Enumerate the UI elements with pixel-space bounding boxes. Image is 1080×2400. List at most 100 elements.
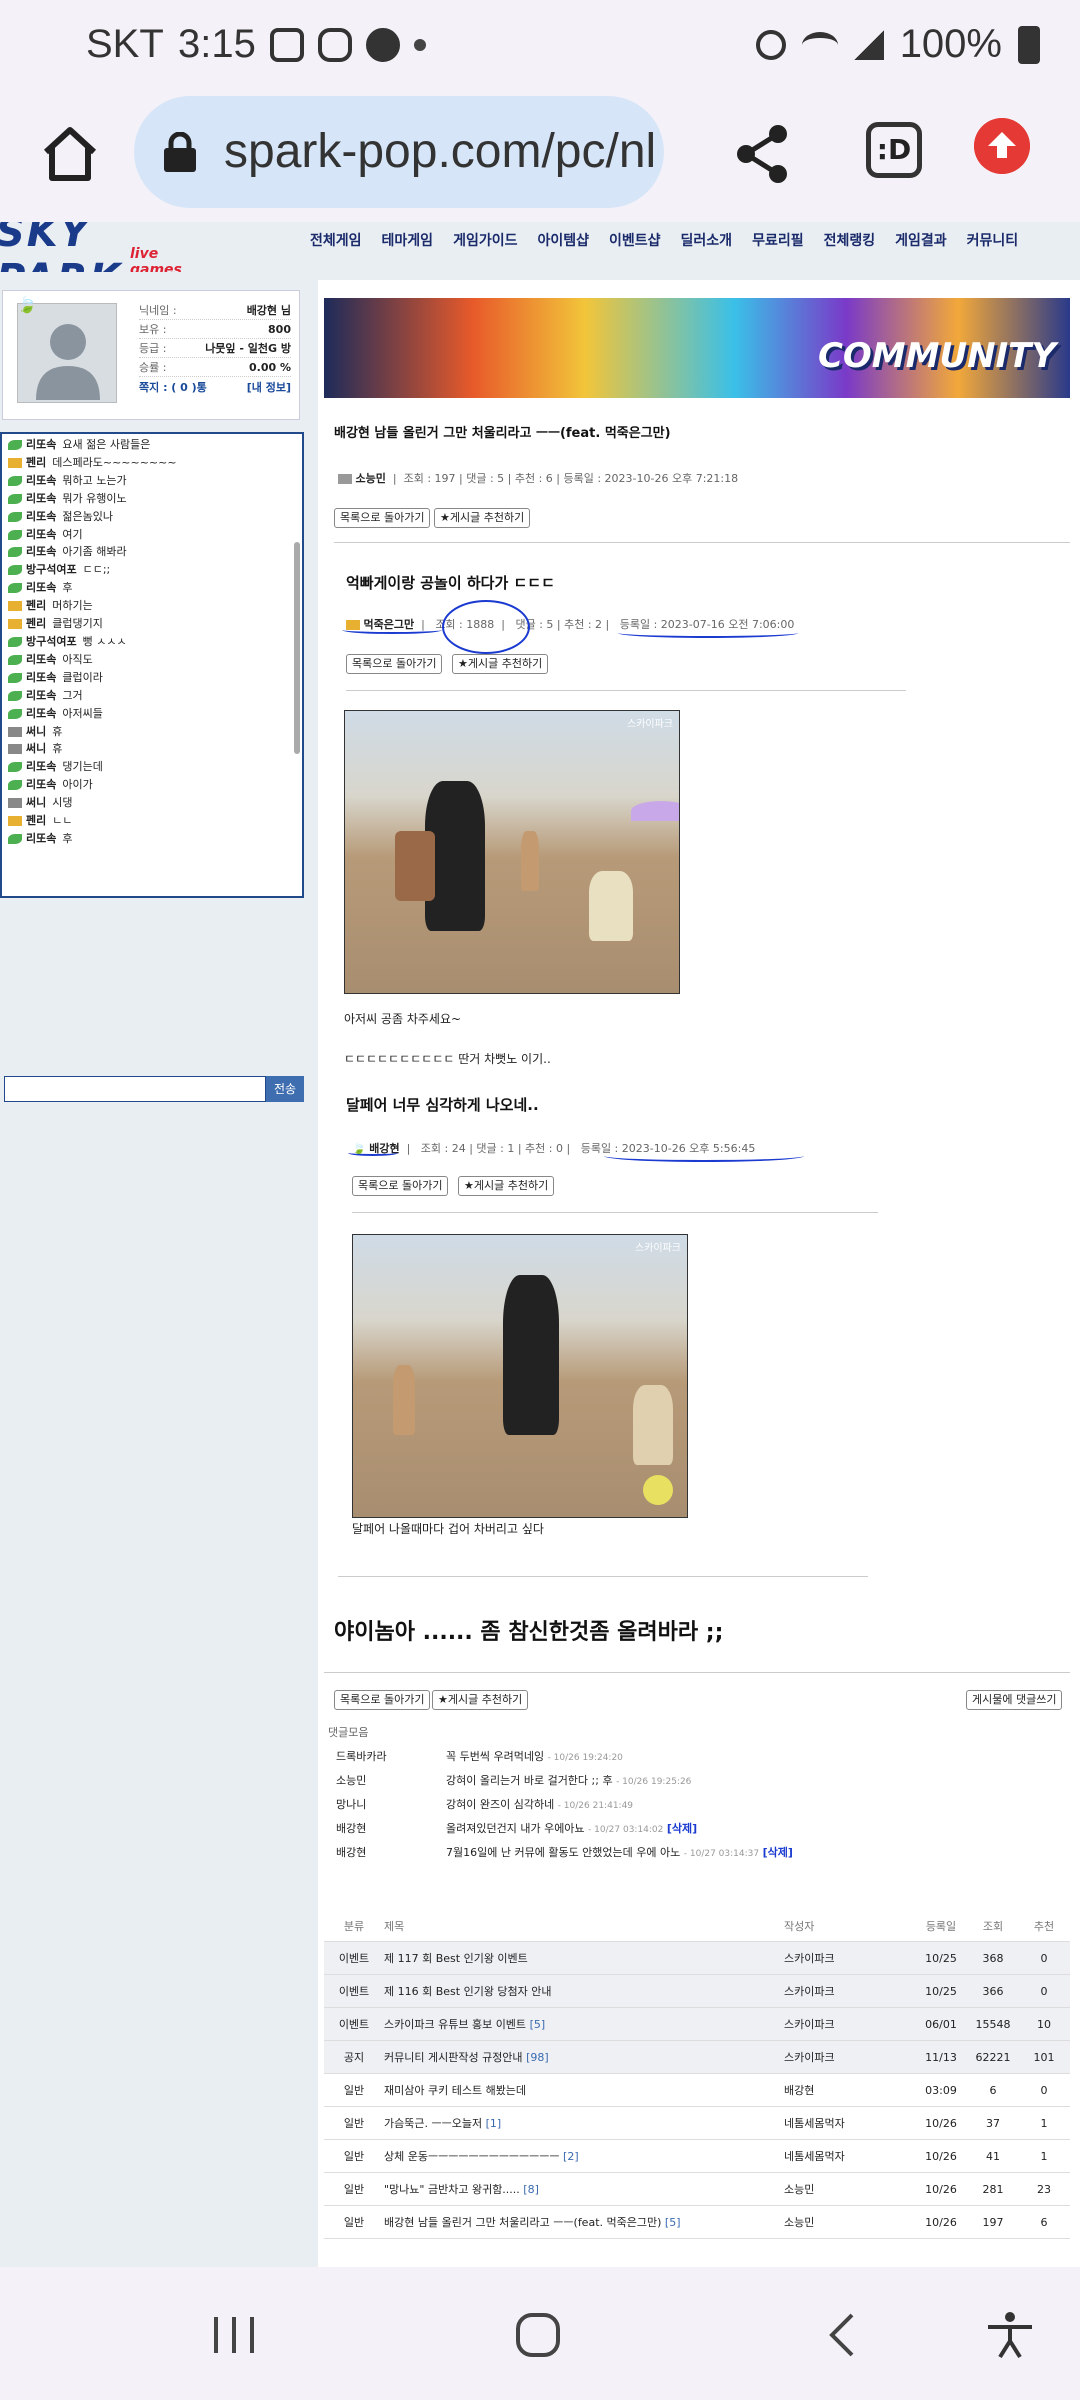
chat-username[interactable]: 리또속: [26, 474, 56, 487]
nav-item[interactable]: 전체게임: [310, 230, 362, 250]
row-recommends: 0: [1040, 2084, 1048, 2097]
chat-username[interactable]: 펜리: [26, 617, 46, 630]
person-figure: [393, 1365, 415, 1435]
row-author[interactable]: 네톰세몸먹자: [784, 2140, 914, 2172]
chat-input[interactable]: [4, 1076, 266, 1102]
row-author[interactable]: 네톰세몸먹자: [784, 2107, 914, 2139]
row-author[interactable]: 스카이파크: [784, 1975, 914, 2007]
row-title-link[interactable]: 커뮤니티 게시판작성 규정안내: [384, 2051, 523, 2064]
chat-username[interactable]: 리또속: [26, 581, 56, 594]
recommend-button[interactable]: ★게시글 추천하기: [458, 1176, 555, 1196]
column-header: 제목: [384, 1920, 405, 1933]
row-title-link[interactable]: 제 116 회 Best 인기왕 당첨자 안내: [384, 1985, 552, 1998]
chat-username[interactable]: 써니: [26, 796, 46, 809]
row-title-link[interactable]: 스카이파크 유튜브 홍보 이벤트: [384, 2018, 526, 2031]
chat-username[interactable]: 리또속: [26, 778, 56, 791]
delete-reply-link[interactable]: [삭제]: [667, 1822, 697, 1835]
chat-send-button[interactable]: 전송: [266, 1076, 304, 1102]
upload-icon[interactable]: [974, 118, 1030, 174]
my-info-link[interactable]: [내 정보]: [247, 379, 291, 395]
table-row[interactable]: 이벤트 제 116 회 Best 인기왕 당첨자 안내 스카이파크 10/25 366 0: [324, 1975, 1070, 2008]
row-author[interactable]: 소능민: [784, 2206, 914, 2238]
chat-username[interactable]: 써니: [26, 725, 46, 738]
message-link[interactable]: 쪽지 : ( 0 )통: [139, 379, 207, 395]
home-icon[interactable]: [38, 122, 102, 186]
chat-username[interactable]: 리또속: [26, 760, 56, 773]
site-logo[interactable]: SKY PARK live games: [0, 222, 200, 272]
chat-username[interactable]: 리또속: [26, 832, 56, 845]
recommend-button[interactable]: ★게시글 추천하기: [432, 1690, 529, 1710]
recommend-button[interactable]: ★게시글 추천하기: [434, 508, 531, 528]
table-row[interactable]: 일반 가슴뚝근. ㅡㅡ오늘저 [1] 네톰세몸먹자 10/26 37 1: [324, 2107, 1070, 2140]
row-category: 이벤트: [338, 2018, 370, 2031]
back-to-list-button[interactable]: 목록으로 돌아가기: [352, 1176, 449, 1196]
chat-scrollbar[interactable]: [294, 542, 300, 754]
reply-author[interactable]: 망나니: [328, 1796, 446, 1812]
reply-text: 강혀이 완즈이 심각하네: [446, 1798, 555, 1811]
tab-switcher-button[interactable]: :D: [866, 122, 922, 178]
table-row[interactable]: 공지 커뮤니티 게시판작성 규정안내 [98] 스카이파크 11/13 62221 101: [324, 2041, 1070, 2074]
row-title-link[interactable]: 상체 운동ㅡㅡㅡㅡㅡㅡㅡㅡㅡㅡㅡㅡㅡ: [384, 2150, 560, 2163]
chat-username[interactable]: 리또속: [26, 545, 56, 558]
chat-username[interactable]: 리또속: [26, 689, 56, 702]
write-reply-button[interactable]: 게시물에 댓글쓰기: [966, 1690, 1063, 1710]
nav-item[interactable]: 전체랭킹: [824, 230, 876, 250]
chat-username[interactable]: 써니: [26, 742, 46, 755]
reply-author[interactable]: 배강현: [328, 1820, 446, 1836]
chat-username[interactable]: 리또속: [26, 707, 56, 720]
chat-username[interactable]: 리또속: [26, 510, 56, 523]
table-row[interactable]: 이벤트 스카이파크 유튜브 홍보 이벤트 [5] 스카이파크 06/01 15548 10: [324, 2008, 1070, 2041]
chat-username[interactable]: 리또속: [26, 653, 56, 666]
table-row[interactable]: 일반 상체 운동ㅡㅡㅡㅡㅡㅡㅡㅡㅡㅡㅡㅡㅡ [2] 네톰세몸먹자 10/26 41 1: [324, 2140, 1070, 2173]
reply-author[interactable]: 배강현: [328, 1844, 446, 1860]
chat-username[interactable]: 방구석여포: [26, 563, 77, 576]
back-nav-icon[interactable]: [812, 2311, 872, 2359]
table-row[interactable]: 일반 배강현 남들 올린거 그만 처울리라고 ㅡㅡ(feat. 먹죽은그만) [5…: [324, 2206, 1070, 2239]
reply-author[interactable]: 소능민: [328, 1772, 446, 1788]
chat-username[interactable]: 리또속: [26, 492, 56, 505]
nav-item[interactable]: 딜러소개: [681, 230, 733, 250]
table-row[interactable]: 이벤트 제 117 회 Best 인기왕 이벤트 스카이파크 10/25 368 0: [324, 1942, 1070, 1975]
back-to-list-button[interactable]: 목록으로 돌아가기: [334, 508, 431, 528]
row-title-link[interactable]: "망나뇨" 금반차고 왕귀함.....: [384, 2183, 520, 2196]
row-author[interactable]: 스카이파크: [784, 1942, 914, 1974]
chat-username[interactable]: 펜리: [26, 599, 46, 612]
row-author[interactable]: 스카이파크: [784, 2008, 914, 2040]
chat-username[interactable]: 펜리: [26, 456, 46, 469]
recommend-button[interactable]: ★게시글 추천하기: [452, 654, 549, 674]
share-icon[interactable]: [732, 122, 796, 186]
chat-username[interactable]: 리또속: [26, 671, 56, 684]
table-row[interactable]: 일반 "망나뇨" 금반차고 왕귀함..... [8] 소능민 10/26 281 23: [324, 2173, 1070, 2206]
row-author[interactable]: 배강현: [784, 2074, 914, 2106]
back-to-list-button[interactable]: 목록으로 돌아가기: [334, 1690, 431, 1710]
nav-item[interactable]: 이벤트샵: [609, 230, 661, 250]
nav-item[interactable]: 게임결과: [895, 230, 947, 250]
nav-item[interactable]: 무료리필: [752, 230, 804, 250]
leaf-rank-icon: 🍃: [17, 295, 37, 314]
row-title-link[interactable]: 재미삼아 쿠키 테스트 해봤는데: [384, 2084, 526, 2097]
chat-username[interactable]: 리또속: [26, 528, 56, 541]
chat-username[interactable]: 리또속: [26, 438, 56, 451]
post-author[interactable]: 소능민: [356, 472, 386, 485]
row-author[interactable]: 소능민: [784, 2173, 914, 2205]
table-row[interactable]: 일반 재미삼아 쿠키 테스트 해봤는데 배강현 03:09 6 0: [324, 2074, 1070, 2107]
chat-username[interactable]: 펜리: [26, 814, 46, 827]
row-title-link[interactable]: 배강현 남들 올린거 그만 처울리라고 ㅡㅡ(feat. 먹죽은그만): [384, 2216, 661, 2229]
row-author[interactable]: 스카이파크: [784, 2041, 914, 2073]
nav-item[interactable]: 커뮤니티: [967, 230, 1019, 250]
home-nav-icon[interactable]: [508, 2311, 568, 2359]
reply-time: - 10/27 03:14:37: [683, 1849, 760, 1859]
address-bar[interactable]: spark-pop.com/pc/nl: [134, 96, 664, 208]
row-title-link[interactable]: 제 117 회 Best 인기왕 이벤트: [384, 1952, 528, 1965]
reply-author[interactable]: 드록바카라: [328, 1748, 446, 1764]
nav-item[interactable]: 테마게임: [382, 230, 434, 250]
nav-item[interactable]: 게임가이드: [453, 230, 517, 250]
recent-apps-icon[interactable]: [204, 2311, 264, 2359]
back-to-list-button[interactable]: 목록으로 돌아가기: [346, 654, 443, 674]
row-title-link[interactable]: 가슴뚝근. ㅡㅡ오늘저: [384, 2117, 482, 2130]
nav-item[interactable]: 아이템샵: [537, 230, 589, 250]
delete-reply-link[interactable]: [삭제]: [763, 1846, 793, 1859]
rank-badge-icon: [8, 762, 22, 773]
accessibility-icon[interactable]: [980, 2311, 1040, 2359]
chat-username[interactable]: 방구석여포: [26, 635, 77, 648]
